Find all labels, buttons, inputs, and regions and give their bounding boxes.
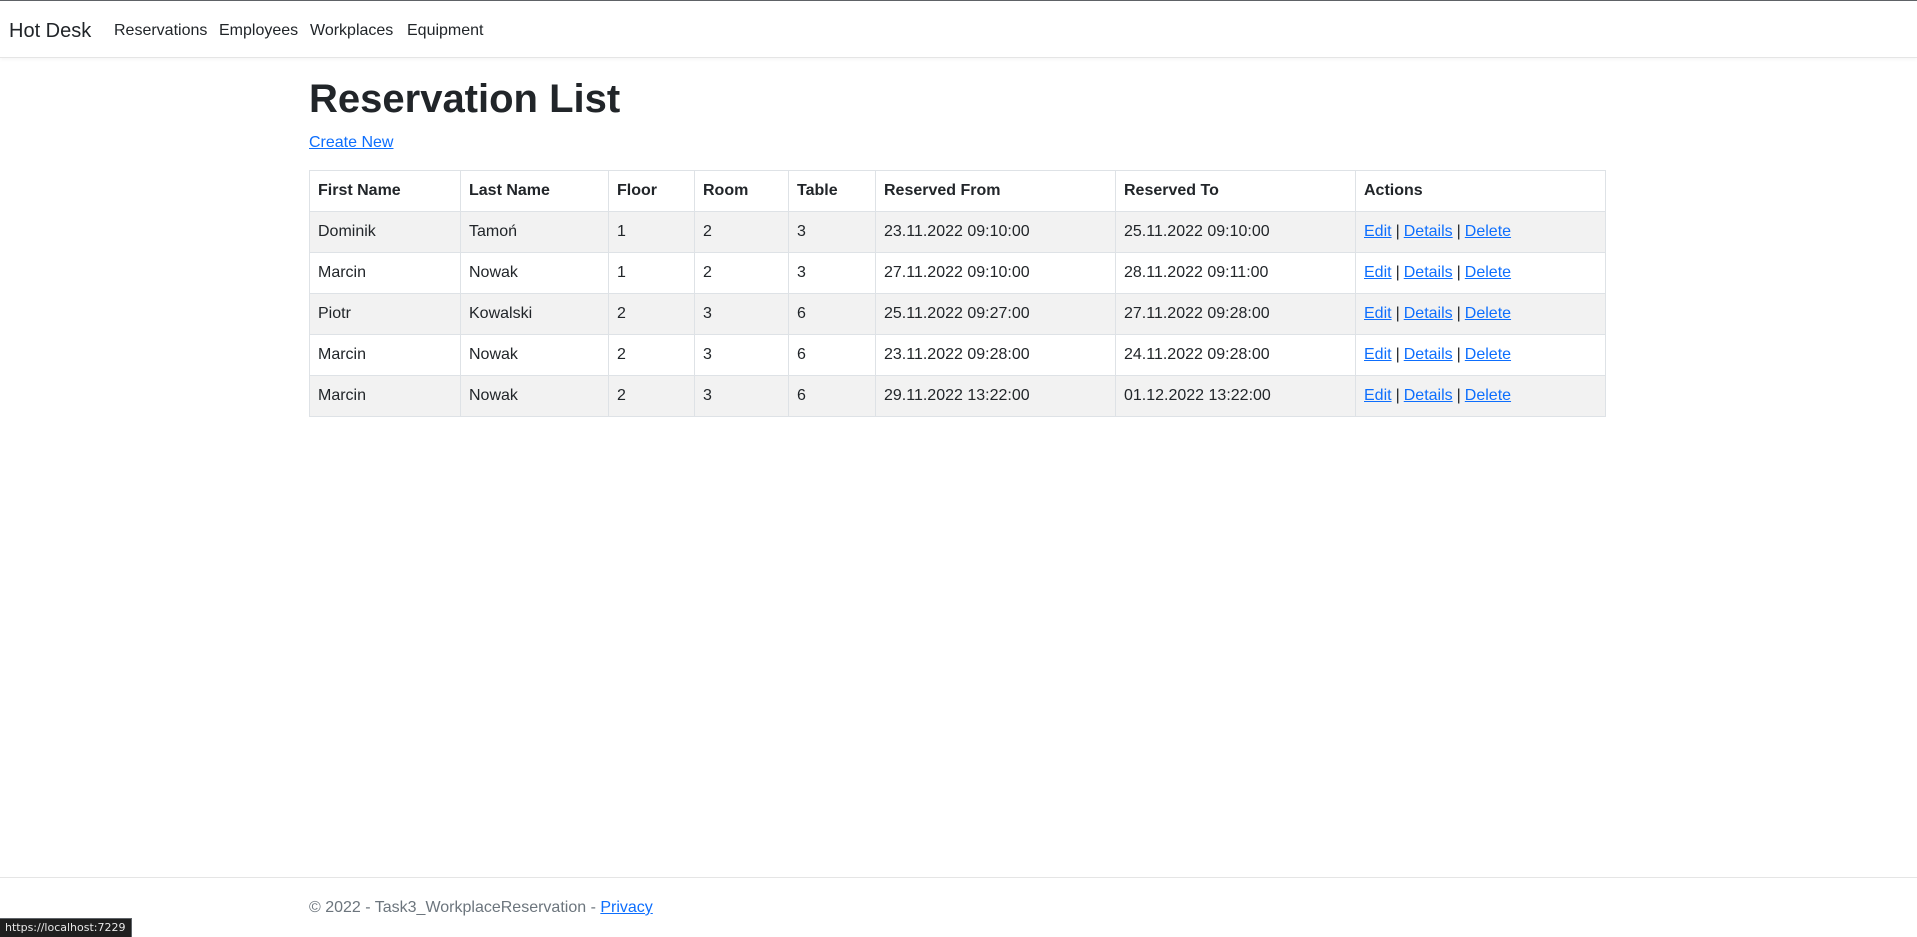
table-row: Marcin Nowak 2 3 6 29.11.2022 13:22:00 0… xyxy=(309,375,1606,417)
header-room: Room xyxy=(694,170,789,212)
page-title: Reservation List xyxy=(309,77,621,121)
header-reserved-from: Reserved From xyxy=(875,170,1116,212)
action-separator: | xyxy=(1456,387,1461,404)
cell-floor: 2 xyxy=(608,375,695,417)
action-separator: | xyxy=(1395,387,1400,404)
cell-reserved-to: 01.12.2022 13:22:00 xyxy=(1115,375,1356,417)
edit-link[interactable]: Edit xyxy=(1364,387,1392,404)
cell-first-name: Marcin xyxy=(309,375,461,417)
cell-room: 2 xyxy=(694,252,789,294)
table-row: Dominik Tamoń 1 2 3 23.11.2022 09:10:00 … xyxy=(309,211,1606,253)
action-separator: | xyxy=(1395,264,1400,281)
footer: © 2022 - Task3_WorkplaceReservation - Pr… xyxy=(0,877,1917,937)
action-separator: | xyxy=(1395,346,1400,363)
edit-link[interactable]: Edit xyxy=(1364,305,1392,322)
cell-reserved-to: 27.11.2022 09:28:00 xyxy=(1115,293,1356,335)
action-separator: | xyxy=(1456,346,1461,363)
header-actions: Actions xyxy=(1355,170,1606,212)
details-link[interactable]: Details xyxy=(1404,387,1453,404)
details-link[interactable]: Details xyxy=(1404,346,1453,363)
cell-room: 2 xyxy=(694,211,789,253)
table-row: Piotr Kowalski 2 3 6 25.11.2022 09:27:00… xyxy=(309,293,1606,335)
table-header-row: First Name Last Name Floor Room Table Re… xyxy=(309,170,1606,212)
delete-link[interactable]: Delete xyxy=(1465,223,1511,240)
header-first-name: First Name xyxy=(309,170,461,212)
cell-room: 3 xyxy=(694,334,789,376)
cell-reserved-from: 23.11.2022 09:28:00 xyxy=(875,334,1116,376)
cell-table: 3 xyxy=(788,211,876,253)
cell-first-name: Marcin xyxy=(309,252,461,294)
navbar: Hot Desk Reservations Employees Workplac… xyxy=(0,1,1917,58)
cell-reserved-from: 25.11.2022 09:27:00 xyxy=(875,293,1116,335)
cell-table: 6 xyxy=(788,334,876,376)
details-link[interactable]: Details xyxy=(1404,264,1453,281)
action-separator: | xyxy=(1395,223,1400,240)
edit-link[interactable]: Edit xyxy=(1364,223,1392,240)
cell-last-name: Nowak xyxy=(460,252,609,294)
nav-link-equipment[interactable]: Equipment xyxy=(407,21,484,41)
delete-link[interactable]: Delete xyxy=(1465,305,1511,322)
action-separator: | xyxy=(1456,223,1461,240)
action-separator: | xyxy=(1395,305,1400,322)
reservations-table: First Name Last Name Floor Room Table Re… xyxy=(309,170,1606,417)
cell-last-name: Kowalski xyxy=(460,293,609,335)
cell-first-name: Dominik xyxy=(309,211,461,253)
cell-floor: 2 xyxy=(608,334,695,376)
cell-room: 3 xyxy=(694,375,789,417)
nav-link-reservations[interactable]: Reservations xyxy=(114,21,207,41)
details-link[interactable]: Details xyxy=(1404,223,1453,240)
browser-status-url: https://localhost:7229 xyxy=(0,918,132,937)
cell-actions: Edit | Details | Delete xyxy=(1355,375,1606,417)
action-separator: | xyxy=(1456,305,1461,322)
cell-last-name: Nowak xyxy=(460,334,609,376)
privacy-link[interactable]: Privacy xyxy=(600,899,652,916)
cell-last-name: Tamoń xyxy=(460,211,609,253)
cell-reserved-from: 29.11.2022 13:22:00 xyxy=(875,375,1116,417)
cell-room: 3 xyxy=(694,293,789,335)
header-table: Table xyxy=(788,170,876,212)
cell-table: 6 xyxy=(788,293,876,335)
cell-first-name: Piotr xyxy=(309,293,461,335)
edit-link[interactable]: Edit xyxy=(1364,264,1392,281)
nav-link-workplaces[interactable]: Workplaces xyxy=(310,21,393,41)
cell-reserved-from: 23.11.2022 09:10:00 xyxy=(875,211,1116,253)
cell-table: 3 xyxy=(788,252,876,294)
table-row: Marcin Nowak 1 2 3 27.11.2022 09:10:00 2… xyxy=(309,252,1606,294)
nav-link-employees[interactable]: Employees xyxy=(219,21,298,41)
cell-reserved-to: 24.11.2022 09:28:00 xyxy=(1115,334,1356,376)
cell-actions: Edit | Details | Delete xyxy=(1355,252,1606,294)
cell-last-name: Nowak xyxy=(460,375,609,417)
brand-link[interactable]: Hot Desk xyxy=(9,19,91,43)
edit-link[interactable]: Edit xyxy=(1364,346,1392,363)
delete-link[interactable]: Delete xyxy=(1465,264,1511,281)
details-link[interactable]: Details xyxy=(1404,305,1453,322)
header-reserved-to: Reserved To xyxy=(1115,170,1356,212)
cell-table: 6 xyxy=(788,375,876,417)
footer-text-container: © 2022 - Task3_WorkplaceReservation - Pr… xyxy=(309,898,653,918)
table-row: Marcin Nowak 2 3 6 23.11.2022 09:28:00 2… xyxy=(309,334,1606,376)
cell-reserved-to: 28.11.2022 09:11:00 xyxy=(1115,252,1356,294)
delete-link[interactable]: Delete xyxy=(1465,387,1511,404)
cell-actions: Edit | Details | Delete xyxy=(1355,211,1606,253)
cell-floor: 2 xyxy=(608,293,695,335)
header-last-name: Last Name xyxy=(460,170,609,212)
cell-reserved-from: 27.11.2022 09:10:00 xyxy=(875,252,1116,294)
cell-floor: 1 xyxy=(608,252,695,294)
action-separator: | xyxy=(1456,264,1461,281)
cell-actions: Edit | Details | Delete xyxy=(1355,293,1606,335)
footer-copyright: © 2022 - Task3_WorkplaceReservation - xyxy=(309,899,601,916)
create-new-link[interactable]: Create New xyxy=(309,133,393,153)
cell-first-name: Marcin xyxy=(309,334,461,376)
cell-floor: 1 xyxy=(608,211,695,253)
delete-link[interactable]: Delete xyxy=(1465,346,1511,363)
cell-actions: Edit | Details | Delete xyxy=(1355,334,1606,376)
cell-reserved-to: 25.11.2022 09:10:00 xyxy=(1115,211,1356,253)
header-floor: Floor xyxy=(608,170,695,212)
